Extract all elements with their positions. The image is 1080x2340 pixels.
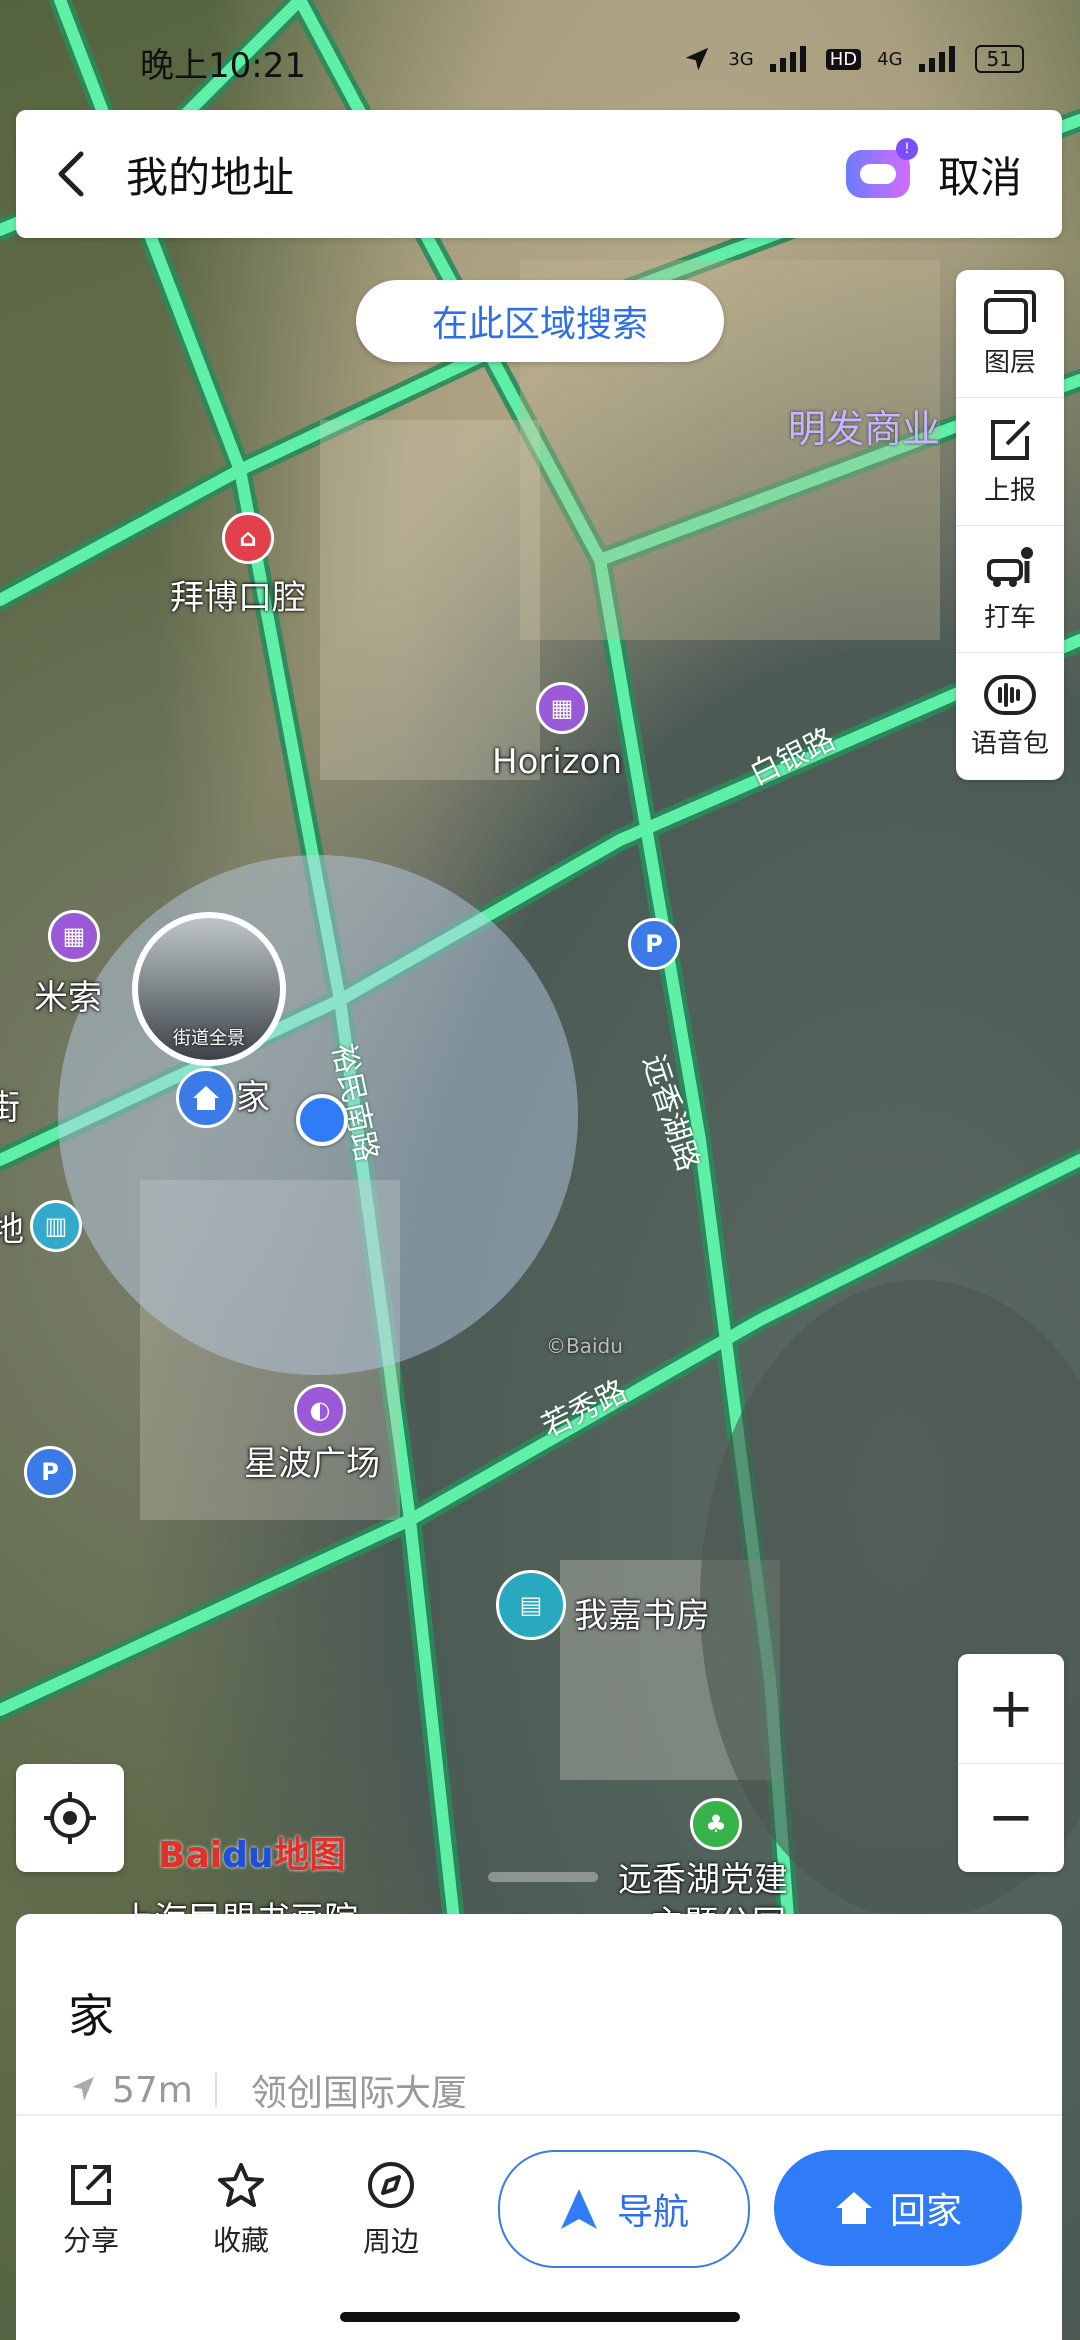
place-meta: 57m 领创国际大厦 — [68, 2064, 467, 2116]
go-home-label: 回家 — [889, 2191, 962, 2232]
report-icon — [991, 419, 1031, 460]
logo-text-1: Bai — [158, 1835, 223, 1876]
partial-label-left-1: 街 — [0, 1088, 20, 1128]
network-label-1: 3G — [728, 48, 754, 70]
status-icons: 3G HD 4G 51 — [682, 44, 1024, 74]
hd-badge: HD — [825, 48, 862, 70]
layers-icon — [984, 289, 1036, 334]
chevron-left-icon — [58, 151, 84, 197]
star-icon — [218, 2163, 264, 2207]
area-label-mingfa: 明发商业 — [788, 407, 941, 451]
home-icon — [835, 2192, 872, 2224]
page-title: 我的地址 — [126, 152, 295, 202]
clinic-poi-icon[interactable]: ⌂ — [222, 512, 274, 564]
logo-text-3: 地图 — [273, 1835, 346, 1876]
streetview-label: 街道全景 — [173, 1028, 245, 1049]
poi-label-yuanxiang-party-1[interactable]: 远香湖党建 — [618, 1852, 788, 1901]
taxi-icon — [987, 547, 1033, 588]
share-label: 分享 — [62, 2224, 119, 2257]
map-tool-panel: 图层 上报 打车 语音包 — [956, 270, 1064, 780]
poi-label-wojia[interactable]: 我嘉书房 — [574, 1588, 710, 1637]
nearby-label: 周边 — [362, 2225, 419, 2258]
area-search-button[interactable]: 在此区域搜索 — [356, 280, 724, 362]
locate-button[interactable] — [16, 1764, 124, 1872]
shopping-poi-icon-misuo[interactable]: ▦ — [48, 910, 100, 962]
poi-label-xingbo[interactable]: 星波广场 — [244, 1436, 380, 1485]
bookstore-poi-icon[interactable]: ▤ — [496, 1570, 566, 1640]
poi-label-baibo[interactable]: 拜博口腔 — [170, 570, 306, 619]
building-poi-icon[interactable]: ▥ — [30, 1200, 82, 1252]
home-pin-icon[interactable] — [176, 1068, 236, 1128]
partial-label-left-2: 地 — [0, 1210, 24, 1250]
navigation-arrow-icon — [560, 2189, 597, 2229]
report-label: 上报 — [983, 475, 1036, 506]
logo-text-2: du — [222, 1835, 274, 1876]
house-icon — [193, 1086, 219, 1110]
signal-icon-2 — [918, 46, 955, 72]
assistant-icon[interactable]: ! — [845, 138, 918, 198]
back-button[interactable] — [16, 110, 126, 238]
streetview-thumbnail[interactable]: 街道全景 — [132, 912, 286, 1066]
place-distance: 57m — [112, 2069, 193, 2111]
nearby-button[interactable]: 周边 — [316, 2160, 466, 2260]
baidu-map-logo: Baidu地图 — [158, 1826, 346, 1878]
shopping-poi-icon[interactable]: ▦ — [536, 682, 588, 734]
layers-label: 图层 — [983, 347, 1036, 378]
direction-arrow-icon — [72, 2077, 94, 2101]
voice-pack-label: 语音包 — [970, 729, 1049, 760]
parking-poi-icon[interactable]: P — [628, 918, 680, 970]
place-address: 领创国际大厦 — [250, 2073, 467, 2114]
network-label-2: 4G — [877, 48, 903, 70]
navigate-label: 导航 — [616, 2192, 689, 2233]
poi-label-horizon[interactable]: Horizon — [492, 742, 622, 782]
voice-pack-icon — [984, 675, 1036, 716]
sheet-divider — [16, 2114, 1062, 2116]
voice-pack-button[interactable]: 语音包 — [956, 653, 1064, 780]
layers-button[interactable]: 图层 — [956, 270, 1064, 398]
zoom-in-button[interactable]: + — [958, 1654, 1064, 1764]
cancel-button[interactable]: 取消 — [938, 144, 1022, 205]
taxi-button[interactable]: 打车 — [956, 526, 1064, 654]
go-home-button[interactable]: 回家 — [774, 2150, 1022, 2266]
top-bar: 我的地址 ! 取消 — [16, 110, 1062, 238]
place-detail-sheet: 家 57m 领创国际大厦 分享 收藏 周边 导航 回家 — [16, 1914, 1062, 2340]
share-button[interactable]: 分享 — [16, 2161, 166, 2259]
zoom-out-button[interactable]: − — [958, 1764, 1064, 1873]
share-icon — [71, 2165, 111, 2205]
crosshair-icon — [44, 1792, 96, 1844]
place-name: 家 — [68, 1989, 114, 2043]
taxi-label: 打车 — [983, 603, 1036, 634]
park-poi-icon[interactable]: ♣ — [690, 1798, 742, 1850]
signal-icon — [769, 46, 806, 72]
status-time: 晚上10:21 — [140, 46, 306, 86]
sheet-drag-handle[interactable] — [488, 1872, 598, 1882]
poi-label-misuo[interactable]: 米索 — [34, 970, 102, 1019]
zoom-control: + − — [958, 1654, 1064, 1872]
compass-icon — [368, 2162, 414, 2208]
map-watermark: ©Baidu — [546, 1334, 623, 1358]
navigate-button[interactable]: 导航 — [498, 2150, 750, 2268]
report-button[interactable]: 上报 — [956, 398, 1064, 526]
favorite-label: 收藏 — [212, 2224, 269, 2257]
my-location-dot — [296, 1094, 348, 1146]
location-arrow-icon — [686, 47, 709, 71]
home-indicator[interactable] — [340, 2312, 740, 2322]
shopping-bag-poi-icon[interactable]: ◐ — [294, 1384, 346, 1436]
favorite-button[interactable]: 收藏 — [166, 2161, 316, 2259]
parking-poi-icon-2[interactable]: P — [24, 1446, 76, 1498]
battery-icon: 51 — [974, 45, 1024, 73]
home-marker-label[interactable]: 家 — [236, 1070, 270, 1119]
